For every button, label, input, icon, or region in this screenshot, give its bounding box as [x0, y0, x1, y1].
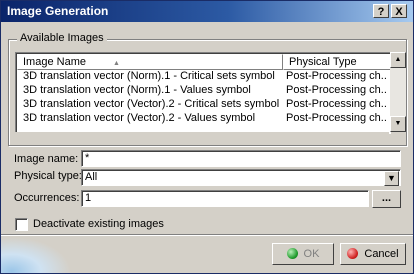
- physical-type-label: Physical type:: [14, 170, 82, 182]
- horizontal-scrollbar[interactable]: [15, 132, 389, 144]
- bottom-separator: [1, 234, 413, 236]
- occurrences-input[interactable]: 1: [81, 190, 369, 207]
- column-header-label: Physical Type: [289, 56, 357, 68]
- column-header-label: Image Name: [23, 56, 86, 68]
- cancel-button[interactable]: Cancel: [340, 243, 406, 265]
- red-dot-icon: [347, 247, 359, 259]
- ok-button-label: OK: [303, 248, 320, 260]
- browse-button[interactable]: ...: [372, 190, 401, 208]
- image-name-cell: 3D translation vector (Vector).2 - Value…: [23, 112, 256, 124]
- physical-type-value: All: [85, 171, 98, 183]
- image-name-value: *: [85, 152, 90, 164]
- image-name-input[interactable]: *: [81, 150, 401, 167]
- list-item[interactable]: 3D translation vector (Vector).2 - Value…: [17, 111, 390, 125]
- occurrences-value: 1: [85, 192, 92, 204]
- list-item[interactable]: 3D translation vector (Vector).2 - Criti…: [17, 97, 390, 111]
- dropdown-arrow-icon[interactable]: ▼: [384, 171, 399, 186]
- image-name-cell: 3D translation vector (Norm).1 - Values …: [23, 84, 251, 96]
- ok-button[interactable]: OK: [272, 243, 334, 265]
- occurrences-label: Occurrences:: [14, 192, 80, 204]
- browse-button-label: ...: [381, 192, 392, 204]
- title-bar: Image Generation ? X: [1, 1, 413, 22]
- close-button[interactable]: X: [391, 4, 407, 18]
- image-generation-dialog: Image Generation ? X Available Images Im…: [0, 0, 414, 274]
- column-header-physical-type[interactable]: Physical Type: [283, 54, 390, 70]
- vertical-scrollbar[interactable]: ▲ ▼: [390, 52, 406, 132]
- scroll-down-icon[interactable]: ▼: [390, 116, 406, 132]
- close-icon: X: [395, 6, 403, 18]
- available-images-label: Available Images: [17, 32, 107, 44]
- physical-type-cell: Post-Processing ch...: [286, 112, 386, 124]
- physical-type-dropdown[interactable]: All ▼: [81, 169, 401, 186]
- list-item[interactable]: 3D translation vector (Norm).1 - Critica…: [17, 69, 390, 83]
- column-header-image-name[interactable]: Image Name ▲: [17, 54, 283, 70]
- physical-type-cell: Post-Processing ch...: [286, 70, 386, 82]
- scroll-up-icon[interactable]: ▲: [390, 52, 406, 68]
- deactivate-checkbox[interactable]: [15, 218, 28, 231]
- help-button[interactable]: ?: [373, 4, 389, 18]
- green-dot-icon: [286, 247, 298, 259]
- physical-type-cell: Post-Processing ch...: [286, 84, 386, 96]
- image-name-label: Image name:: [14, 153, 79, 165]
- image-name-cell: 3D translation vector (Norm).1 - Critica…: [23, 70, 275, 82]
- image-name-cell: 3D translation vector (Vector).2 - Criti…: [23, 98, 280, 110]
- physical-type-cell: Post-Processing ch...: [286, 98, 386, 110]
- images-list[interactable]: Image Name ▲ Physical Type 3D translatio…: [15, 52, 391, 134]
- help-icon: ?: [377, 6, 385, 18]
- dialog-title: Image Generation: [7, 4, 109, 18]
- list-item[interactable]: 3D translation vector (Norm).1 - Values …: [17, 83, 390, 97]
- cancel-button-label: Cancel: [364, 248, 399, 260]
- earth-decoration: [1, 237, 71, 273]
- deactivate-checkbox-label: Deactivate existing images: [33, 218, 164, 230]
